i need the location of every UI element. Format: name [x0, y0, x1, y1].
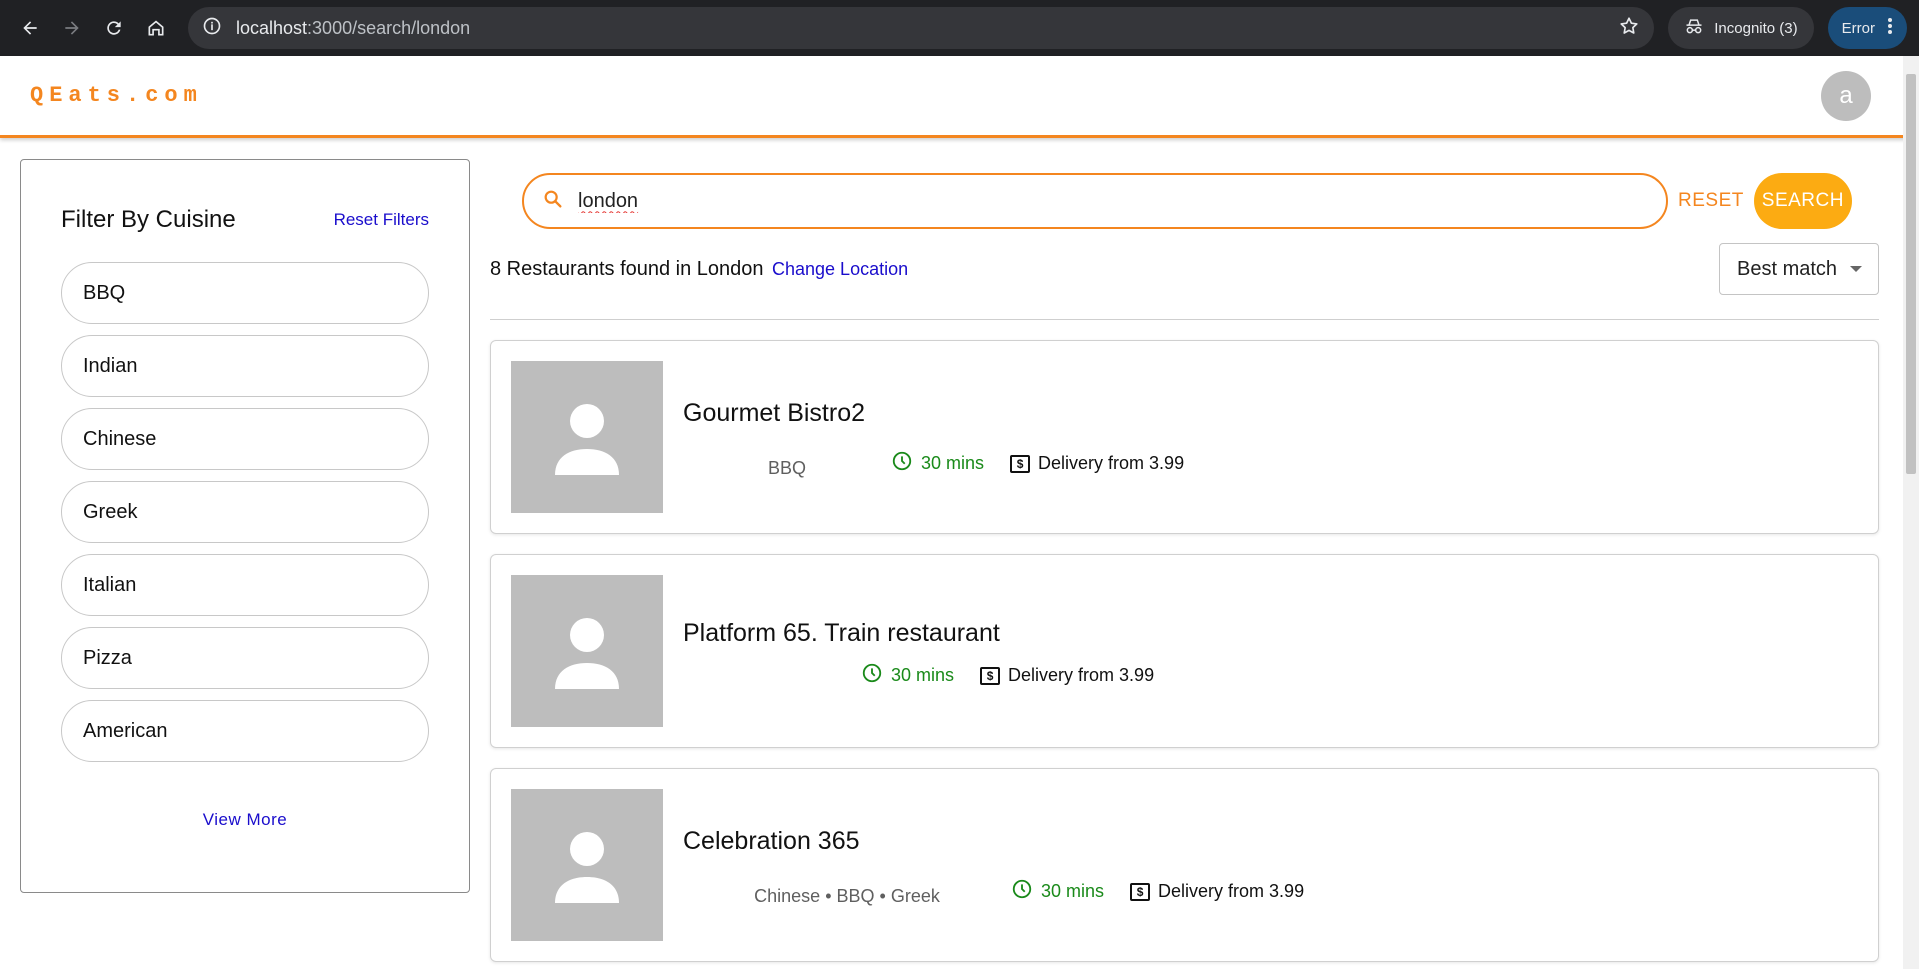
filter-title: Filter By Cuisine — [61, 206, 236, 233]
person-icon — [555, 832, 619, 903]
restaurant-details: Gourmet Bistro2 BBQ 30 mins $ Delivery f… — [683, 361, 1184, 479]
cuisine-chip-chinese[interactable]: Chinese — [61, 408, 429, 470]
page-scrollbar[interactable] — [1903, 56, 1919, 969]
dollar-icon: $ — [1130, 882, 1151, 901]
reset-filters-link[interactable]: Reset Filters — [334, 210, 429, 230]
delivery-time: 30 mins — [861, 662, 954, 689]
restaurant-meta: Chinese • BBQ • Greek 30 mins $ Delivery… — [683, 876, 1304, 907]
reset-search-button[interactable]: RESET — [1678, 190, 1744, 212]
restaurant-card[interactable]: Gourmet Bistro2 BBQ 30 mins $ Delivery f… — [490, 340, 1879, 534]
reload-icon[interactable] — [96, 10, 132, 46]
delivery-time: 30 mins — [891, 450, 984, 477]
search-button[interactable]: SEARCH — [1753, 173, 1852, 229]
restaurant-name: Platform 65. Train restaurant — [683, 619, 1000, 647]
incognito-icon — [1684, 17, 1704, 39]
cuisine-filter-panel: Filter By Cuisine Reset Filters BBQ Indi… — [20, 159, 470, 893]
clock-icon — [861, 662, 883, 689]
bookmark-star-icon[interactable] — [1618, 15, 1640, 42]
cuisine-chip-italian[interactable]: Italian — [61, 554, 429, 616]
restaurant-meta: 30 mins $ Delivery from 3.99 — [683, 662, 1154, 689]
dollar-icon: $ — [980, 666, 1001, 685]
results-count-text: 8 Restaurants found in London — [490, 257, 764, 280]
cuisine-chip-greek[interactable]: Greek — [61, 481, 429, 543]
restaurant-image-placeholder — [511, 575, 663, 727]
delivery-fee: $ Delivery from 3.99 — [1130, 881, 1304, 902]
site-logo[interactable]: QEats.com — [30, 83, 203, 108]
profile-error-button[interactable]: Error — [1827, 7, 1907, 49]
restaurant-image-placeholder — [511, 789, 663, 941]
sort-select[interactable]: Best match — [1719, 243, 1879, 295]
home-icon[interactable] — [138, 10, 174, 46]
browser-toolbar: localhost:3000/search/london Incognito (… — [0, 0, 1919, 56]
dollar-icon: $ — [1010, 454, 1031, 473]
site-info-icon[interactable] — [202, 16, 222, 41]
search-box[interactable] — [522, 173, 1668, 229]
results-summary: 8 Restaurants found in London Change Loc… — [490, 258, 908, 281]
restaurant-cuisines: BBQ — [767, 458, 806, 478]
clock-icon — [1011, 878, 1033, 905]
scrollbar-thumb[interactable] — [1906, 74, 1916, 474]
view-more-link[interactable]: View More — [61, 810, 429, 830]
person-icon — [555, 404, 619, 475]
restaurant-details: Platform 65. Train restaurant 30 mins $ … — [683, 575, 1154, 689]
restaurant-name: Celebration 365 — [683, 827, 860, 855]
results-main: RESET SEARCH 8 Restaurants found in Lond… — [490, 159, 1879, 962]
search-input[interactable] — [578, 189, 1648, 213]
clock-icon — [891, 450, 913, 477]
back-arrow-icon[interactable] — [12, 10, 48, 46]
avatar[interactable]: a — [1821, 70, 1871, 121]
restaurant-details: Celebration 365 Chinese • BBQ • Greek 30… — [683, 789, 1304, 907]
filter-header: Filter By Cuisine Reset Filters — [61, 206, 429, 234]
page: QEats.com a Filter By Cuisine Reset Filt… — [0, 56, 1919, 969]
sort-value: Best match — [1737, 257, 1838, 280]
restaurant-meta: BBQ 30 mins $ Delivery from 3.99 — [683, 448, 1184, 479]
restaurant-card[interactable]: Celebration 365 Chinese • BBQ • Greek 30… — [490, 768, 1879, 962]
site-header: QEats.com a — [0, 56, 1919, 138]
url-text: localhost:3000/search/london — [236, 17, 471, 38]
results-summary-row: 8 Restaurants found in London Change Loc… — [490, 243, 1879, 320]
restaurant-cuisines: Chinese • BBQ • Greek — [754, 886, 940, 906]
restaurant-card[interactable]: Platform 65. Train restaurant 30 mins $ … — [490, 554, 1879, 748]
change-location-link[interactable]: Change Location — [772, 259, 908, 279]
chevron-down-icon — [1850, 266, 1862, 272]
delivery-fee: $ Delivery from 3.99 — [980, 665, 1154, 686]
delivery-time: 30 mins — [1011, 878, 1104, 905]
cuisine-chip-american[interactable]: American — [61, 700, 429, 762]
kebab-menu-icon[interactable] — [1887, 17, 1893, 39]
restaurant-image-placeholder — [511, 361, 663, 513]
search-row: RESET SEARCH — [522, 173, 1879, 229]
restaurant-name: Gourmet Bistro2 — [683, 399, 866, 427]
cuisine-chip-indian[interactable]: Indian — [61, 335, 429, 397]
incognito-indicator[interactable]: Incognito (3) — [1668, 7, 1814, 49]
content-area: Filter By Cuisine Reset Filters BBQ Indi… — [0, 138, 1919, 962]
address-bar[interactable]: localhost:3000/search/london — [188, 7, 1655, 49]
cuisine-chip-pizza[interactable]: Pizza — [61, 627, 429, 689]
cuisine-chip-bbq[interactable]: BBQ — [61, 262, 429, 324]
search-icon — [542, 188, 564, 215]
delivery-fee: $ Delivery from 3.99 — [1010, 453, 1184, 474]
person-icon — [555, 618, 619, 689]
forward-arrow-icon[interactable] — [54, 10, 90, 46]
